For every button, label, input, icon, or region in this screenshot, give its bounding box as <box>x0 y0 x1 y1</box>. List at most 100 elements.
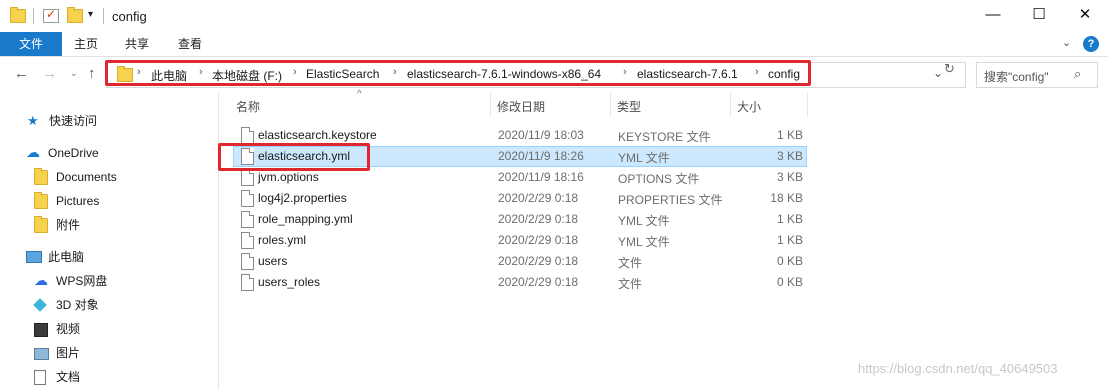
file-date: 2020/2/29 0:18 <box>498 254 579 268</box>
minimize-button[interactable]: — <box>970 0 1016 30</box>
file-date: 2020/2/29 0:18 <box>498 191 579 205</box>
tab-share[interactable]: 共享 <box>125 32 149 56</box>
file-name: users_roles <box>258 275 321 289</box>
nav-label: 此电脑 <box>48 250 85 264</box>
file-name: roles.yml <box>258 233 307 247</box>
divider <box>103 8 104 24</box>
maximize-button[interactable]: ☐ <box>1016 0 1062 30</box>
properties-icon[interactable] <box>43 7 59 23</box>
tab-home[interactable]: 主页 <box>74 32 98 56</box>
column-headers: ^ 名称 修改日期 类型 大小 <box>219 89 1108 117</box>
file-type: YML 文件 <box>618 151 670 165</box>
nav-label: 视频 <box>56 322 81 336</box>
column-size[interactable]: 大小 <box>737 98 761 115</box>
file-name: users <box>258 254 288 268</box>
file-size: 3 KB <box>776 149 803 163</box>
star-icon: ★ <box>27 113 39 128</box>
file-size: 1 KB <box>776 212 803 226</box>
file-date: 2020/2/29 0:18 <box>498 212 579 226</box>
folder-icon <box>34 168 48 185</box>
address-dropdown-icon[interactable]: ⌄ <box>933 66 943 80</box>
file-type: PROPERTIES 文件 <box>618 193 723 207</box>
nav-label: Documents <box>56 170 117 184</box>
file-row[interactable]: users 2020/2/29 0:18 文件 0 KB <box>233 251 807 272</box>
column-divider[interactable] <box>807 93 808 117</box>
file-icon <box>241 190 254 207</box>
folder-icon <box>10 7 26 23</box>
file-row[interactable]: role_mapping.yml 2020/2/29 0:18 YML 文件 1… <box>233 209 807 230</box>
help-icon[interactable]: ? <box>1083 36 1099 52</box>
nav-label: WPS网盘 <box>56 274 108 288</box>
file-type: YML 文件 <box>618 235 670 249</box>
expand-ribbon-icon[interactable]: ⌄ <box>1062 36 1071 49</box>
forward-arrow-icon[interactable]: → <box>42 65 57 82</box>
title-bar: ▾ config — ☐ ✕ <box>0 0 1108 32</box>
column-divider[interactable] <box>610 93 611 117</box>
file-type: OPTIONS 文件 <box>618 172 700 186</box>
file-row[interactable]: users_roles 2020/2/29 0:18 文件 0 KB <box>233 272 807 293</box>
search-icon[interactable]: ⌕ <box>1074 66 1081 82</box>
video-icon <box>34 323 48 337</box>
window-title: config <box>112 9 147 24</box>
file-type: KEYSTORE 文件 <box>618 130 711 144</box>
search-input[interactable]: 搜索"config" ⌕ <box>976 62 1098 88</box>
file-size: 3 KB <box>776 170 803 184</box>
folder-icon <box>34 216 48 233</box>
file-date: 2020/11/9 18:26 <box>498 149 584 163</box>
column-divider[interactable] <box>490 93 491 117</box>
close-button[interactable]: ✕ <box>1062 0 1108 30</box>
file-type: YML 文件 <box>618 214 670 228</box>
document-icon <box>34 370 46 385</box>
tab-file[interactable]: 文件 <box>0 32 62 56</box>
image-icon <box>34 348 49 360</box>
divider <box>33 8 34 24</box>
file-highlight-box <box>218 143 370 171</box>
file-type: 文件 <box>618 277 643 291</box>
up-arrow-icon[interactable]: ↑ <box>88 65 96 82</box>
refresh-icon[interactable]: ↻ <box>944 61 955 77</box>
file-icon <box>241 169 254 186</box>
nav-label: 快速访问 <box>49 114 98 128</box>
customize-quick-access-icon[interactable]: ▾ <box>88 9 93 20</box>
file-name: role_mapping.yml <box>258 212 353 226</box>
file-icon <box>241 274 254 291</box>
file-date: 2020/11/9 18:16 <box>498 170 584 184</box>
file-size: 0 KB <box>776 275 803 289</box>
search-placeholder: 搜索"config" <box>984 70 1049 84</box>
file-row[interactable]: roles.yml 2020/2/29 0:18 YML 文件 1 KB <box>233 230 807 251</box>
navigation-pane: ★ 快速访问 ☁ OneDrive Documents Pictures 附件 … <box>0 93 219 390</box>
navigation-bar: ← → ⌄ ↑ › 此电脑 › 本地磁盘 (F:) › ElasticSearc… <box>0 57 1108 93</box>
address-highlight-box <box>105 60 811 86</box>
file-date: 2020/11/9 18:03 <box>498 128 584 142</box>
nav-label: Pictures <box>56 194 100 208</box>
column-date[interactable]: 修改日期 <box>497 98 545 115</box>
new-folder-icon[interactable] <box>67 7 83 23</box>
cloud-icon: ☁ <box>34 272 48 288</box>
tab-view[interactable]: 查看 <box>178 32 202 56</box>
sort-ascending-icon: ^ <box>357 89 362 100</box>
file-name: log4j2.properties <box>258 191 347 205</box>
nav-label: 3D 对象 <box>56 298 99 312</box>
nav-label: OneDrive <box>48 146 99 160</box>
back-arrow-icon[interactable]: ← <box>14 65 29 82</box>
file-name: elasticsearch.keystore <box>258 128 377 142</box>
file-row[interactable]: log4j2.properties 2020/2/29 0:18 PROPERT… <box>233 188 807 209</box>
file-icon <box>241 127 254 144</box>
column-type[interactable]: 类型 <box>617 98 641 115</box>
computer-icon <box>26 251 42 263</box>
file-icon <box>241 232 254 249</box>
file-size: 1 KB <box>776 233 803 247</box>
file-icon <box>241 253 254 270</box>
recent-locations-icon[interactable]: ⌄ <box>70 68 78 79</box>
column-divider[interactable] <box>730 93 731 117</box>
column-name[interactable]: 名称 <box>236 98 260 115</box>
file-size: 18 KB <box>770 191 803 205</box>
ribbon-tabs: 文件 主页 共享 查看 ⌄ ? <box>0 32 1108 57</box>
file-size: 1 KB <box>776 128 803 142</box>
file-icon <box>241 211 254 228</box>
file-date: 2020/2/29 0:18 <box>498 233 579 247</box>
file-type: 文件 <box>618 256 643 270</box>
watermark: https://blog.csdn.net/qq_40649503 <box>858 361 1058 376</box>
cube-icon <box>33 298 47 312</box>
folder-icon <box>34 192 48 209</box>
